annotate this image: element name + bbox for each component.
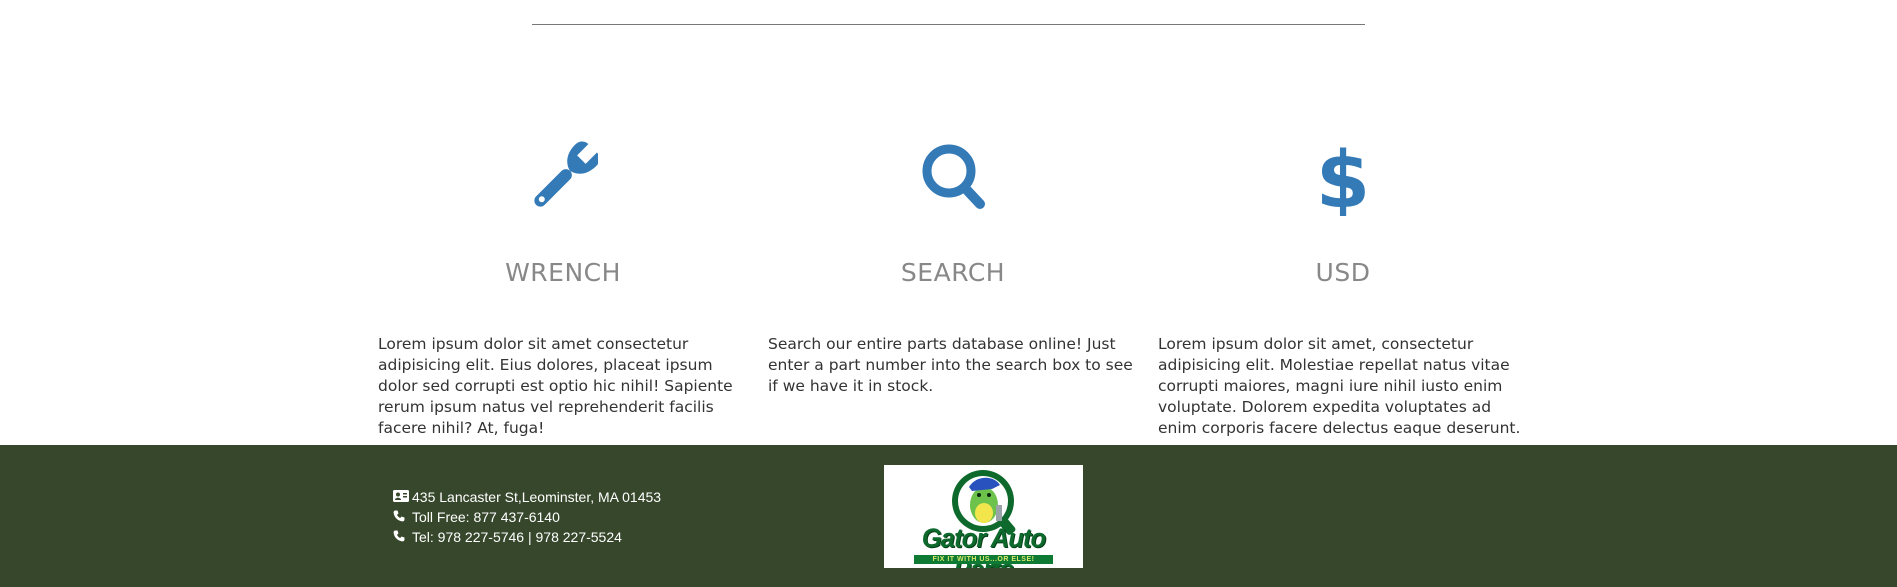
feature-search: SEARCH Search our entire parts database … bbox=[768, 140, 1138, 395]
feature-description: Lorem ipsum dolor sit amet consectetur a… bbox=[378, 335, 733, 437]
gator-auto-parts-logo[interactable]: Gator Auto Parts FIX IT WITH US...OR ELS… bbox=[884, 465, 1083, 568]
feature-usd: $ USD Lorem ipsum dolor sit amet, consec… bbox=[1158, 140, 1528, 437]
logo-tagline: FIX IT WITH US...OR ELSE! bbox=[914, 555, 1053, 564]
svg-text:$: $ bbox=[1316, 140, 1370, 216]
footer: 435 Lancaster St,Leominster, MA 01453 To… bbox=[0, 445, 1897, 587]
feature-title: USD bbox=[1315, 258, 1371, 287]
dollar-icon: $ bbox=[1303, 140, 1383, 230]
phone-icon bbox=[393, 507, 409, 527]
section-divider bbox=[532, 24, 1365, 25]
tel-text: Tel: 978 227-5746 | 978 227-5524 bbox=[412, 529, 622, 545]
wrench-icon bbox=[523, 140, 603, 230]
feature-description: Search our entire parts database online!… bbox=[768, 335, 1133, 395]
search-icon bbox=[913, 140, 993, 230]
feature-title: SEARCH bbox=[900, 258, 1006, 287]
address-text: 435 Lancaster St,Leominster, MA 01453 bbox=[412, 489, 662, 505]
tel-line: Tel: 978 227-5746 | 978 227-5524 bbox=[393, 527, 661, 547]
address-card-icon bbox=[393, 487, 409, 507]
toll-free-line: Toll Free: 877 437-6140 bbox=[393, 507, 661, 527]
feature-wrench: WRENCH Lorem ipsum dolor sit amet consec… bbox=[378, 140, 748, 437]
phone-icon bbox=[393, 527, 409, 547]
feature-title: WRENCH bbox=[505, 258, 621, 287]
toll-free-text: Toll Free: 877 437-6140 bbox=[412, 509, 560, 525]
feature-description: Lorem ipsum dolor sit amet, consectetur … bbox=[1158, 335, 1521, 437]
address-line: 435 Lancaster St,Leominster, MA 01453 bbox=[393, 487, 661, 507]
contact-info: 435 Lancaster St,Leominster, MA 01453 To… bbox=[393, 487, 661, 547]
